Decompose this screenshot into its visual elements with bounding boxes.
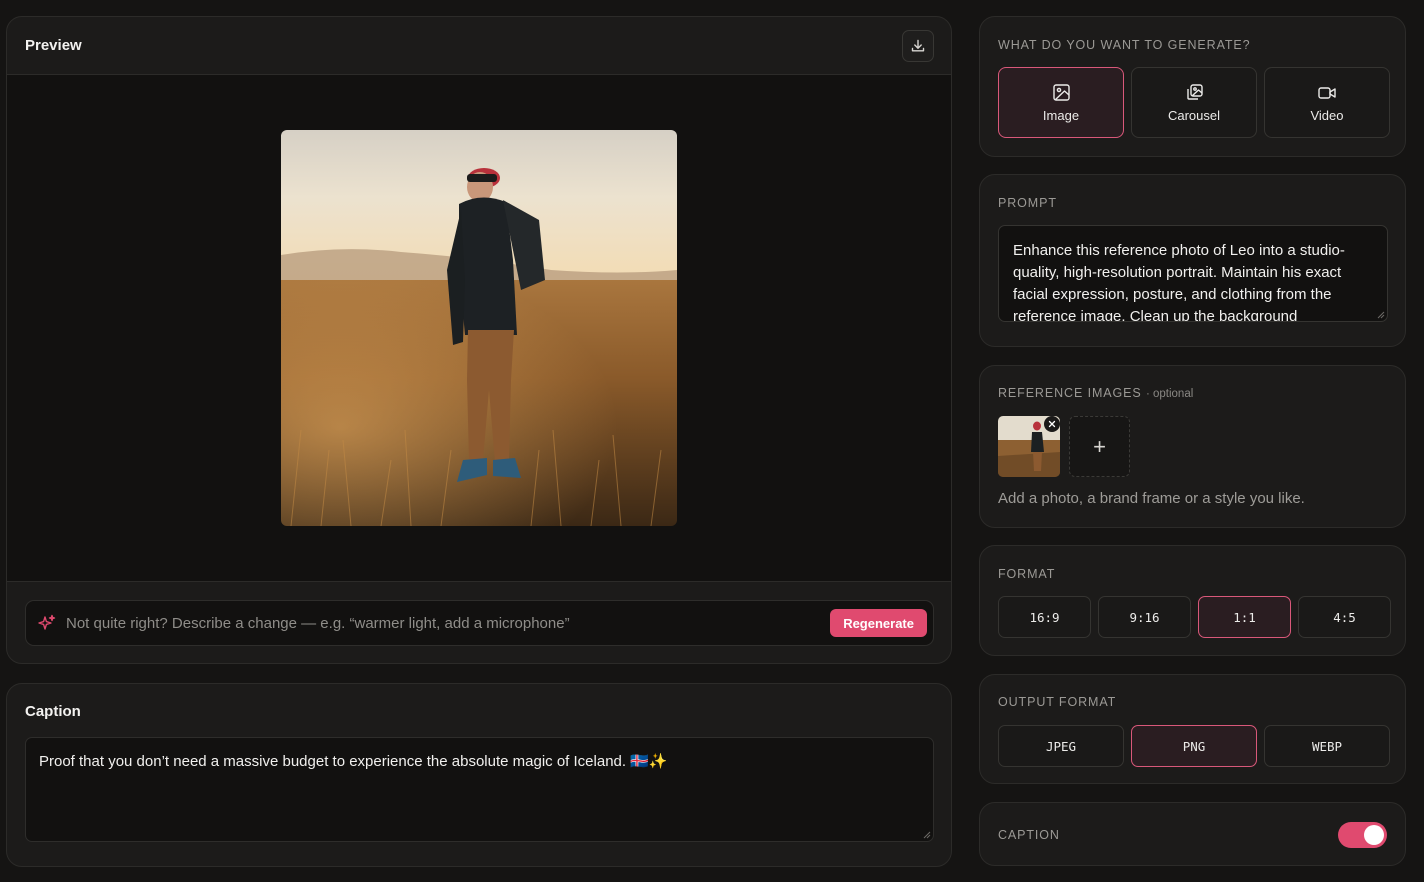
caption-toggle-panel: CAPTION	[979, 802, 1406, 866]
generate-type-label: WHAT DO YOU WANT TO GENERATE?	[998, 38, 1251, 52]
generate-option-label: Video	[1310, 107, 1344, 123]
output-option-webp[interactable]: WEBP	[1264, 725, 1390, 767]
close-icon	[1048, 420, 1056, 428]
reference-thumbnail[interactable]	[998, 416, 1060, 477]
prompt-text: Enhance this reference photo of Leo into…	[1013, 242, 1345, 322]
download-icon	[911, 39, 925, 51]
preview-title: Preview	[25, 37, 82, 54]
format-label: FORMAT	[998, 567, 1056, 581]
generated-image	[281, 130, 677, 526]
regenerate-button[interactable]: Regenerate	[830, 609, 927, 637]
preview-canvas	[7, 75, 951, 582]
image-icon	[1052, 83, 1070, 101]
regenerate-bar: Regenerate	[25, 600, 934, 646]
reference-hint: Add a photo, a brand frame or a style yo…	[998, 490, 1305, 507]
format-option-1-1[interactable]: 1:1	[1198, 596, 1291, 638]
output-format-label: OUTPUT FORMAT	[998, 695, 1117, 709]
preview-panel: Preview Not quite right? Describe a chan…	[6, 16, 952, 664]
video-icon	[1318, 86, 1336, 99]
reference-images-panel: REFERENCE IMAGES · optional + Add a phot…	[979, 365, 1406, 528]
toggle-knob	[1364, 825, 1384, 845]
reference-images-label: REFERENCE IMAGES · optional	[998, 386, 1193, 400]
output-option-jpeg[interactable]: JPEG	[998, 725, 1124, 767]
format-option-4-5[interactable]: 4:5	[1298, 596, 1391, 638]
carousel-icon	[1186, 83, 1203, 100]
prompt-panel: PROMPT Enhance this reference photo of L…	[979, 174, 1406, 347]
output-format-panel: OUTPUT FORMAT JPEG PNG WEBP	[979, 674, 1406, 784]
sparkles-icon	[38, 614, 56, 630]
resize-grip-icon[interactable]	[923, 831, 931, 839]
format-options: 16:9 9:16 1:1 4:5	[998, 596, 1391, 638]
generate-option-image[interactable]: Image	[998, 67, 1124, 138]
plus-icon: +	[1093, 433, 1106, 459]
generate-type-panel: WHAT DO YOU WANT TO GENERATE? Image Caro…	[979, 16, 1406, 157]
format-option-9-16[interactable]: 9:16	[1098, 596, 1191, 638]
generate-option-video[interactable]: Video	[1264, 67, 1390, 138]
generate-option-label: Carousel	[1167, 107, 1221, 123]
preview-header: Preview	[7, 17, 951, 75]
reference-images-title: REFERENCE IMAGES	[998, 386, 1142, 400]
caption-panel: Caption Proof that you don’t need a mass…	[6, 683, 952, 867]
add-reference-button[interactable]: +	[1069, 416, 1130, 477]
resize-grip-icon[interactable]	[1377, 311, 1385, 319]
caption-toggle[interactable]	[1338, 822, 1387, 848]
prompt-textarea[interactable]: Enhance this reference photo of Leo into…	[998, 225, 1388, 322]
caption-textarea[interactable]: Proof that you don’t need a massive budg…	[25, 737, 934, 842]
format-panel: FORMAT 16:9 9:16 1:1 4:5	[979, 545, 1406, 656]
prompt-label: PROMPT	[998, 196, 1057, 210]
generate-option-label: Image	[1042, 107, 1080, 123]
output-format-options: JPEG PNG WEBP	[998, 725, 1390, 767]
caption-text: Proof that you don’t need a massive budg…	[39, 753, 668, 770]
generate-type-options: Image Carousel Video	[998, 67, 1390, 138]
format-option-16-9[interactable]: 16:9	[998, 596, 1091, 638]
caption-title: Caption	[25, 703, 81, 720]
optional-tag: · optional	[1145, 388, 1194, 400]
output-option-png[interactable]: PNG	[1131, 725, 1257, 767]
regenerate-input[interactable]	[66, 614, 831, 632]
caption-toggle-label: CAPTION	[998, 828, 1060, 842]
generate-option-carousel[interactable]: Carousel	[1131, 67, 1257, 138]
remove-reference-button[interactable]	[1044, 416, 1060, 432]
download-button[interactable]	[902, 29, 934, 62]
